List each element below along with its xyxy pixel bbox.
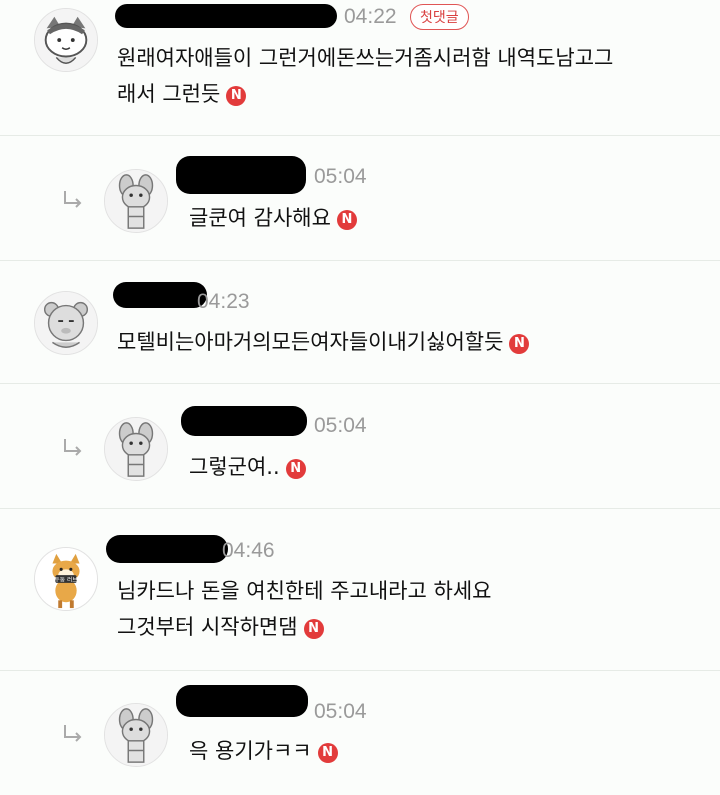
new-icon: N [317,743,338,763]
redacted-username [106,535,228,563]
comment-text: 글쿤여 감사해요 N [189,200,689,236]
new-icon: N [336,210,357,230]
comment-time: 04:22 [344,5,397,28]
comment-time: 05:04 [314,165,367,188]
reply-3: 05:04 윽 용기가ㅋㅋ N [0,671,720,795]
reply-arrow-icon [64,725,82,742]
dog-avatar-icon [105,418,167,480]
dog-avatar-icon [105,170,167,232]
new-icon: N [226,86,247,106]
cat-avatar-icon [35,9,97,71]
comment-time: 04:46 [222,539,275,562]
reply-1: 05:04 글쿤여 감사해요 N [0,136,720,261]
avatar-dog-gray[interactable] [104,169,168,233]
comment-text: 원래여자애들이 그런거에돈쓰는거좀시러함 내역도남고그 래서 그런듯 N [117,46,614,106]
redacted-username [176,156,306,194]
comment-time: 05:04 [314,700,367,723]
comment-text: 모텔비는아마거의모든여자들이내기싫어할듯 N [117,324,707,360]
redacted-username [115,4,337,28]
redacted-username [181,406,307,436]
shiba-dog-avatar-icon: 두둥 러브 [35,548,97,610]
comment-time: 04:23 [197,290,250,313]
bear-avatar-icon [35,292,97,354]
comment-text: 님카드나 돈을 여친한테 주고내라고 하세요 그것부터 시작하면댐 N [117,579,492,639]
comment-text: 윽 용기가ㅋㅋ N [189,733,689,769]
first-comment-badge: 첫댓글 [410,4,469,30]
redacted-username [113,282,207,308]
avatar-shiba-dog[interactable]: 두둥 러브 [34,547,98,611]
comment-text: 그렇군여.. N [189,449,689,485]
avatar-label: 두둥 러브 [54,575,78,583]
avatar-bear[interactable] [34,291,98,355]
reply-arrow-icon [64,439,82,456]
new-icon: N [285,459,306,479]
dog-avatar-icon [105,704,167,766]
new-icon: N [509,334,530,354]
comment-3: 두둥 러브 04:46 님카드나 돈을 여친한테 주고내라고 하세요 그것부터 … [0,509,720,671]
avatar-dog-gray[interactable] [104,417,168,481]
reply-2: 05:04 그렇군여.. N [0,384,720,509]
avatar-cat[interactable] [34,8,98,72]
comment-2: 04:23 모텔비는아마거의모든여자들이내기싫어할듯 N [0,261,720,384]
redacted-username [176,685,308,717]
comment-1: 04:22 첫댓글 원래여자애들이 그런거에돈쓰는거좀시러함 내역도남고그 래서… [0,0,720,136]
avatar-dog-gray[interactable] [104,703,168,767]
reply-arrow-icon [64,191,82,208]
comment-time: 05:04 [314,414,367,437]
new-icon: N [303,619,324,639]
